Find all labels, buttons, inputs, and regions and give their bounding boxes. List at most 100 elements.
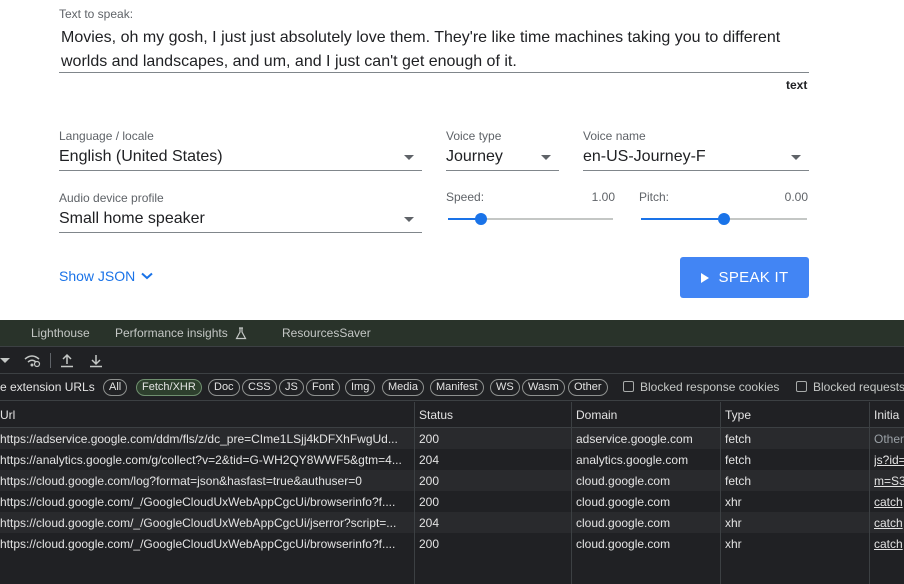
column-header-url[interactable]: Url (0, 408, 15, 422)
speak-it-label: SPEAK IT (718, 269, 789, 286)
filter-chip-css[interactable]: CSS (242, 379, 277, 396)
cell-status: 200 (419, 432, 440, 446)
tab-lighthouse[interactable]: Lighthouse (31, 326, 90, 340)
column-header-status[interactable]: Status (419, 408, 453, 422)
table-row[interactable]: https://cloud.google.com/log?format=json… (0, 470, 904, 491)
play-icon (700, 272, 709, 283)
pitch-slider[interactable] (641, 213, 807, 225)
cell-domain: cloud.google.com (576, 495, 671, 509)
voice-type-select[interactable]: Journey (446, 148, 503, 166)
speed-value: 1.00 (591, 190, 615, 204)
cell-initiator[interactable]: m=S3 (874, 474, 904, 488)
cell-domain: cloud.google.com (576, 474, 671, 488)
cell-initiator[interactable]: catch (874, 495, 904, 509)
cell-type: xhr (725, 516, 742, 530)
column-header-domain[interactable]: Domain (576, 408, 617, 422)
text-input-underline (59, 72, 809, 73)
cell-url: https://adservice.google.com/ddm/fls/z/d… (0, 432, 398, 446)
column-divider (720, 402, 721, 584)
show-json-toggle[interactable]: Show JSON (59, 268, 153, 284)
column-divider (414, 402, 415, 584)
filter-chip-other[interactable]: Other (568, 379, 608, 396)
cell-type: xhr (725, 495, 742, 509)
speak-it-button[interactable]: SPEAK IT (680, 257, 809, 298)
pitch-value: 0.00 (784, 190, 808, 204)
table-row[interactable]: https://adservice.google.com/ddm/fls/z/d… (0, 428, 904, 449)
filter-chip-js[interactable]: JS (279, 379, 304, 396)
speed-label: Speed: (446, 190, 485, 204)
blocked-response-cookies-checkbox[interactable] (623, 381, 634, 392)
filter-chip-wasm[interactable]: Wasm (522, 379, 565, 396)
filter-chip-fetch-xhr[interactable]: Fetch/XHR (136, 379, 202, 396)
filter-chip-media[interactable]: Media (382, 379, 424, 396)
chevron-down-icon (141, 272, 153, 280)
cell-type: fetch (725, 432, 752, 446)
audio-profile-select[interactable]: Small home speaker (59, 210, 205, 228)
network-conditions-icon[interactable] (23, 353, 41, 368)
hide-extension-urls-label[interactable]: e extension URLs (0, 380, 95, 394)
filter-chip-doc[interactable]: Doc (208, 379, 240, 396)
cell-url: https://cloud.google.com/_/GoogleCloudUx… (0, 537, 396, 551)
text-to-speak-input[interactable]: Movies, oh my gosh, I just just absolute… (61, 26, 801, 74)
pitch-slider-fill (641, 218, 724, 220)
cell-status: 200 (419, 537, 440, 551)
language-select[interactable]: English (United States) (59, 148, 223, 166)
cell-status: 204 (419, 516, 440, 530)
table-row[interactable]: https://cloud.google.com/_/GoogleCloudUx… (0, 512, 904, 533)
speed-slider-thumb[interactable] (475, 213, 487, 225)
devtools-tab-bar: Lighthouse Performance insights Resource… (0, 320, 904, 347)
column-divider (869, 402, 870, 584)
filter-chip-font[interactable]: Font (306, 379, 341, 396)
tab-performance-insights[interactable]: Performance insights (115, 326, 228, 340)
filter-chip-all[interactable]: All (103, 379, 128, 396)
text-to-speak-label: Text to speak: (59, 7, 134, 21)
blocked-requests-label: Blocked requests (813, 380, 904, 394)
voice-type-underline (446, 170, 559, 171)
cell-url: https://cloud.google.com/_/GoogleCloudUx… (0, 516, 397, 530)
column-divider (571, 402, 572, 584)
column-header-type[interactable]: Type (725, 408, 751, 422)
audio-profile-chevron-down-icon[interactable] (404, 217, 414, 222)
cell-domain: adservice.google.com (576, 432, 693, 446)
cell-url: https://analytics.google.com/g/collect?v… (0, 453, 402, 467)
cell-status: 204 (419, 453, 440, 467)
pitch-slider-thumb[interactable] (718, 213, 730, 225)
language-underline (59, 170, 422, 171)
flask-icon (235, 327, 247, 340)
show-json-label: Show JSON (59, 268, 136, 284)
audio-profile-underline (59, 232, 422, 233)
cell-initiator: Other (874, 432, 904, 446)
voice-type-label: Voice type (446, 129, 502, 143)
cell-initiator[interactable]: catch (874, 537, 904, 551)
filter-chip-manifest[interactable]: Manifest (430, 379, 484, 396)
cell-type: fetch (725, 453, 752, 467)
toolbar-divider (50, 353, 51, 368)
cell-initiator[interactable]: catch (874, 516, 904, 530)
blocked-requests-checkbox[interactable] (796, 381, 807, 392)
blocked-response-cookies-label: Blocked response cookies (640, 380, 780, 394)
cell-initiator[interactable]: js?id= (874, 453, 904, 467)
tab-resourcessaver[interactable]: ResourcesSaver (282, 326, 371, 340)
voice-name-chevron-down-icon[interactable] (791, 155, 801, 160)
table-row[interactable]: https://cloud.google.com/_/GoogleCloudUx… (0, 533, 904, 554)
network-toolbar (0, 347, 904, 374)
network-filter-bar: e extension URLs All Fetch/XHR Doc CSS J… (0, 374, 904, 401)
filter-chip-ws[interactable]: WS (490, 379, 520, 396)
voice-name-select[interactable]: en-US-Journey-F (583, 148, 706, 166)
column-header-initiator[interactable]: Initia (874, 408, 899, 422)
filter-chip-img[interactable]: Img (345, 379, 376, 396)
cell-url: https://cloud.google.com/log?format=json… (0, 474, 362, 488)
voice-type-chevron-down-icon[interactable] (541, 155, 551, 160)
language-label: Language / locale (59, 129, 154, 143)
devtools-panel: Lighthouse Performance insights Resource… (0, 320, 904, 584)
table-row[interactable]: https://analytics.google.com/g/collect?v… (0, 449, 904, 470)
table-row[interactable]: https://cloud.google.com/_/GoogleCloudUx… (0, 491, 904, 512)
requests-table-body: https://adservice.google.com/ddm/fls/z/d… (0, 428, 904, 584)
import-har-icon[interactable] (60, 353, 74, 368)
tts-form: Text to speak: Movies, oh my gosh, I jus… (0, 0, 904, 320)
cell-type: xhr (725, 537, 742, 551)
throttling-chevron-down-icon[interactable] (0, 358, 10, 363)
language-chevron-down-icon[interactable] (404, 155, 414, 160)
speed-slider[interactable] (448, 213, 613, 225)
export-har-icon[interactable] (89, 353, 103, 368)
